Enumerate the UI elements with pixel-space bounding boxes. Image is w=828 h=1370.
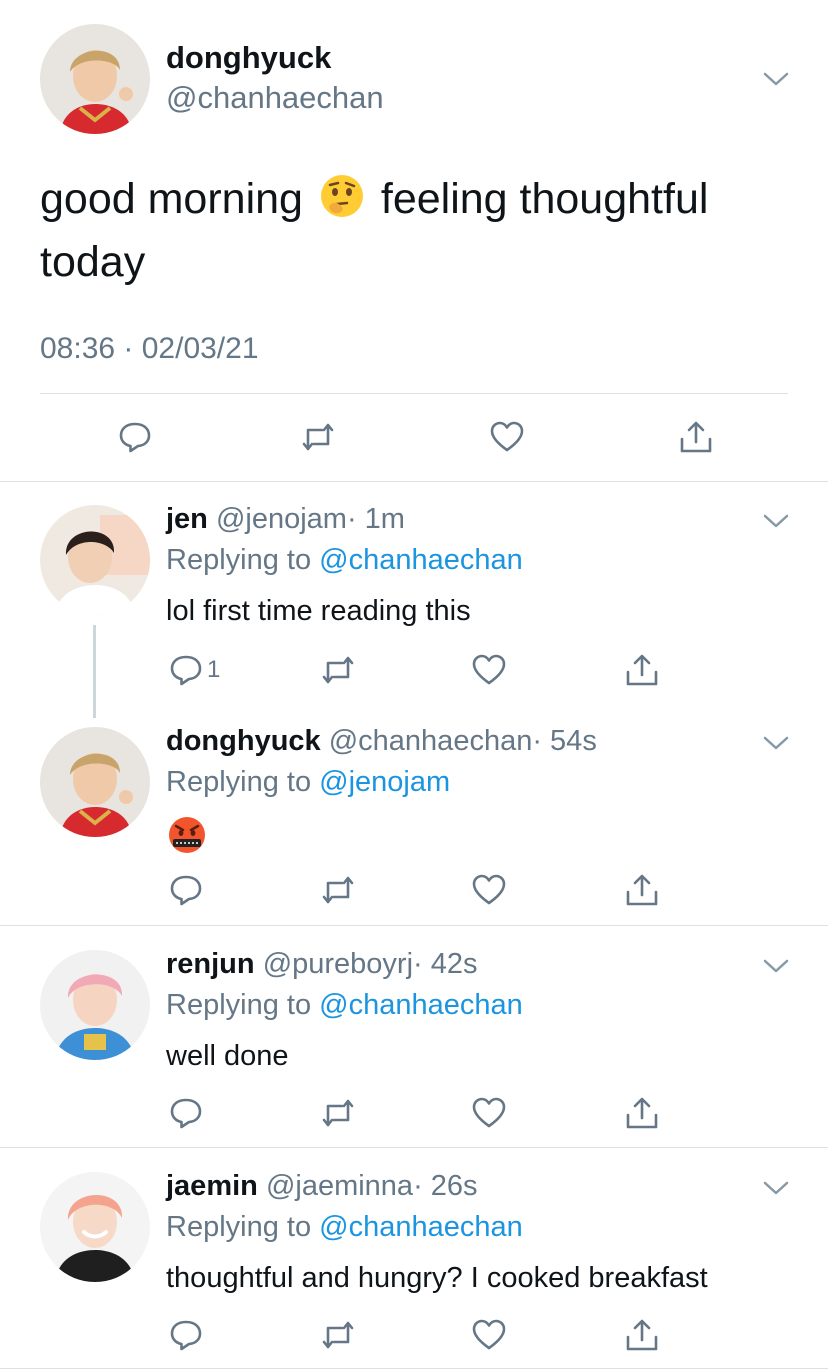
like-icon[interactable]	[471, 652, 507, 688]
reply-time[interactable]: · 26s	[413, 1170, 477, 1202]
divider	[0, 1368, 828, 1369]
divider	[0, 925, 828, 926]
share-icon[interactable]	[624, 1095, 660, 1131]
main-handle[interactable]: @chanhaechan	[166, 80, 384, 116]
thread-line	[93, 625, 96, 718]
thinking-face-icon	[320, 175, 363, 217]
like-icon[interactable]	[489, 419, 525, 455]
replying-to-label: Replying to	[166, 766, 312, 798]
reply-display-name[interactable]: jen	[166, 503, 208, 535]
tweet-text: good morning feeling thoughtful today	[40, 168, 780, 294]
share-icon[interactable]	[624, 1317, 660, 1353]
reply-text: lol first time reading this	[166, 595, 471, 627]
mention-link[interactable]: @jenojam	[319, 766, 450, 798]
reply-icon[interactable]	[168, 1317, 204, 1353]
reply-time[interactable]: · 1m	[347, 503, 405, 535]
face-with-symbols-on-mouth-icon	[169, 817, 205, 853]
replying-to: Replying to @chanhaechan	[166, 544, 523, 577]
reply-time[interactable]: · 42s	[413, 948, 477, 980]
replying-to: Replying to @chanhaechan	[166, 989, 523, 1022]
replying-to: Replying to @chanhaechan	[166, 1211, 523, 1244]
reply-header: jaemin @jaeminna· 26s	[166, 1170, 478, 1203]
main-avatar[interactable]	[40, 24, 150, 134]
like-icon[interactable]	[471, 872, 507, 908]
reply-display-name[interactable]: donghyuck	[166, 725, 321, 757]
like-icon[interactable]	[471, 1317, 507, 1353]
chevron-down-icon[interactable]	[762, 957, 790, 975]
reply-handle[interactable]: @jenojam	[216, 503, 347, 535]
reply-handle[interactable]: @chanhaechan	[329, 725, 533, 757]
share-icon[interactable]	[624, 652, 660, 688]
tweet-text-part1: good morning	[40, 175, 303, 223]
reply-display-name[interactable]: renjun	[166, 948, 255, 980]
reply-avatar[interactable]	[40, 505, 150, 615]
reply-avatar[interactable]	[40, 1172, 150, 1282]
reply-handle[interactable]: @jaeminna	[266, 1170, 413, 1202]
reply-avatar[interactable]	[40, 950, 150, 1060]
reply-header: renjun @pureboyrj· 42s	[166, 948, 478, 981]
retweet-icon[interactable]	[320, 652, 356, 688]
tweet-timestamp[interactable]: 08:36 · 02/03/21	[40, 332, 259, 366]
reply-text: well done	[166, 1040, 289, 1072]
replying-to: Replying to @jenojam	[166, 766, 450, 799]
reply-text: thoughtful and hungry? I cooked breakfas…	[166, 1262, 708, 1294]
reply-icon[interactable]	[168, 872, 204, 908]
replying-to-label: Replying to	[166, 544, 312, 576]
share-icon[interactable]	[624, 872, 660, 908]
retweet-icon[interactable]	[300, 419, 336, 455]
like-icon[interactable]	[471, 1095, 507, 1131]
reply-avatar[interactable]	[40, 727, 150, 837]
replying-to-label: Replying to	[166, 1211, 312, 1243]
reply-count: 1	[207, 656, 221, 683]
tweet-text-part2: feeling thoughtful	[380, 175, 709, 223]
chevron-down-icon[interactable]	[762, 512, 790, 530]
main-display-name[interactable]: donghyuck	[166, 40, 331, 76]
mention-link[interactable]: @chanhaechan	[319, 989, 523, 1021]
share-icon[interactable]	[678, 419, 714, 455]
divider	[0, 481, 828, 482]
tweet-text-part3: today	[40, 238, 146, 286]
reply-icon[interactable]	[168, 1095, 204, 1131]
reply-header: donghyuck @chanhaechan· 54s	[166, 725, 597, 758]
reply-display-name[interactable]: jaemin	[166, 1170, 258, 1202]
retweet-icon[interactable]	[320, 872, 356, 908]
retweet-icon[interactable]	[320, 1095, 356, 1131]
reply-icon[interactable]	[168, 652, 204, 688]
reply-time[interactable]: · 54s	[532, 725, 596, 757]
reply-header: jen @jenojam· 1m	[166, 503, 405, 536]
divider	[0, 1147, 828, 1148]
mention-link[interactable]: @chanhaechan	[319, 1211, 523, 1243]
mention-link[interactable]: @chanhaechan	[319, 544, 523, 576]
chevron-down-icon[interactable]	[762, 1179, 790, 1197]
reply-handle[interactable]: @pureboyrj	[263, 948, 413, 980]
chevron-down-icon[interactable]	[762, 70, 790, 88]
replying-to-label: Replying to	[166, 989, 312, 1021]
retweet-icon[interactable]	[320, 1317, 356, 1353]
divider	[40, 393, 788, 394]
chevron-down-icon[interactable]	[762, 734, 790, 752]
reply-icon[interactable]	[117, 419, 153, 455]
